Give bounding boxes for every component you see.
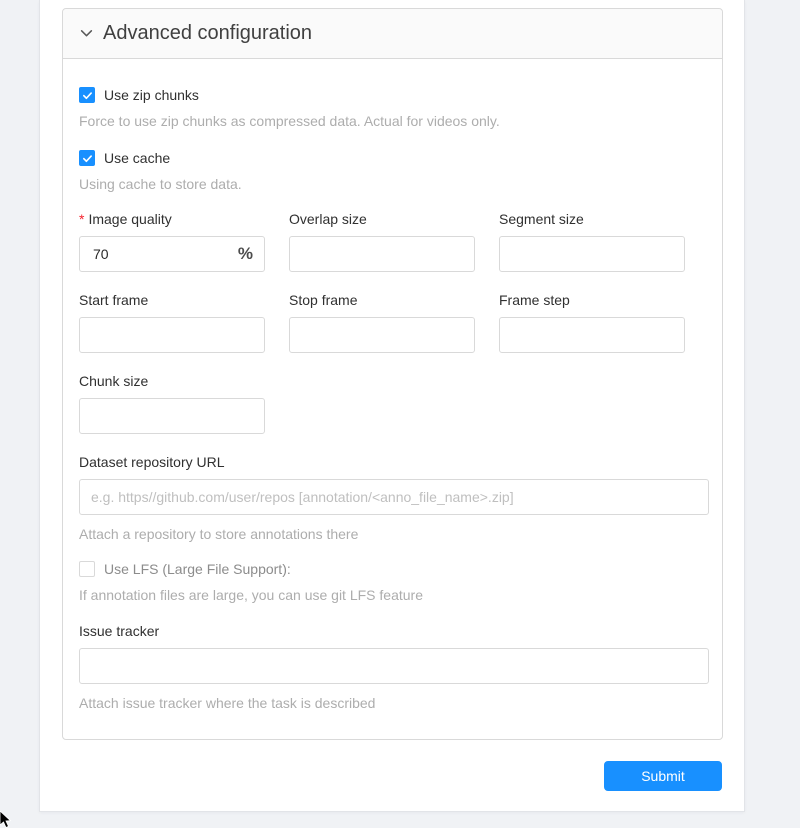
- use-cache-help: Using cache to store data.: [79, 174, 706, 194]
- start-frame-input[interactable]: [79, 317, 265, 353]
- repository-url-input[interactable]: [79, 479, 709, 515]
- checkbox-checked-icon: [79, 150, 95, 166]
- image-quality-field: *Image quality %: [79, 209, 265, 272]
- stop-frame-input[interactable]: [289, 317, 475, 353]
- grid-row-2: Start frame Stop frame Frame step: [79, 290, 706, 353]
- repository-url-help: Attach a repository to store annotations…: [79, 524, 706, 544]
- image-quality-label: *Image quality: [79, 209, 265, 229]
- advanced-configuration-panel: Advanced configuration Use zip chunks Fo…: [62, 8, 723, 740]
- panel-body: Use zip chunks Force to use zip chunks a…: [63, 59, 722, 739]
- segment-size-input[interactable]: [499, 236, 685, 272]
- issue-tracker-label: Issue tracker: [79, 621, 706, 641]
- mouse-cursor: [0, 811, 14, 828]
- repository-url-field: Dataset repository URL Attach a reposito…: [79, 452, 706, 544]
- use-zip-chunks-label: Use zip chunks: [104, 87, 199, 103]
- use-lfs-checkbox[interactable]: Use LFS (Large File Support):: [79, 561, 706, 577]
- chunk-size-label: Chunk size: [79, 371, 265, 391]
- issue-tracker-field: Issue tracker Attach issue tracker where…: [79, 621, 706, 713]
- frame-step-input[interactable]: [499, 317, 685, 353]
- checkbox-unchecked-icon: [79, 561, 95, 577]
- overlap-size-input[interactable]: [289, 236, 475, 272]
- stop-frame-field: Stop frame: [289, 290, 475, 353]
- repository-url-label: Dataset repository URL: [79, 452, 706, 472]
- submit-button[interactable]: Submit: [604, 761, 722, 791]
- advanced-configuration-header[interactable]: Advanced configuration: [63, 9, 722, 59]
- start-frame-field: Start frame: [79, 290, 265, 353]
- chunk-size-input[interactable]: [79, 398, 265, 434]
- frame-step-field: Frame step: [499, 290, 685, 353]
- use-zip-chunks-help: Force to use zip chunks as compressed da…: [79, 111, 706, 131]
- chevron-down-icon: [79, 27, 93, 41]
- chunk-size-field: Chunk size: [79, 371, 265, 434]
- panel-title: Advanced configuration: [103, 22, 312, 45]
- stop-frame-label: Stop frame: [289, 290, 475, 310]
- issue-tracker-input[interactable]: [79, 648, 709, 684]
- required-asterisk: *: [79, 211, 84, 227]
- segment-size-field: Segment size: [499, 209, 685, 272]
- overlap-size-label: Overlap size: [289, 209, 475, 229]
- overlap-size-field: Overlap size: [289, 209, 475, 272]
- checkbox-checked-icon: [79, 87, 95, 103]
- image-quality-input-wrap: %: [79, 236, 265, 272]
- segment-size-label: Segment size: [499, 209, 685, 229]
- image-quality-input[interactable]: [91, 245, 238, 263]
- issue-tracker-help: Attach issue tracker where the task is d…: [79, 693, 706, 713]
- use-cache-checkbox[interactable]: Use cache: [79, 150, 706, 166]
- grid-row-3: Chunk size: [79, 371, 706, 434]
- use-zip-chunks-checkbox[interactable]: Use zip chunks: [79, 87, 706, 103]
- create-task-card: Advanced configuration Use zip chunks Fo…: [39, 0, 745, 812]
- frame-step-label: Frame step: [499, 290, 685, 310]
- use-lfs-label: Use LFS (Large File Support):: [104, 561, 291, 577]
- start-frame-label: Start frame: [79, 290, 265, 310]
- use-lfs-help: If annotation files are large, you can u…: [79, 585, 706, 605]
- grid-row-1: *Image quality % Overlap size Segment si…: [79, 209, 706, 272]
- use-cache-label: Use cache: [104, 150, 170, 166]
- percent-suffix: %: [238, 244, 253, 264]
